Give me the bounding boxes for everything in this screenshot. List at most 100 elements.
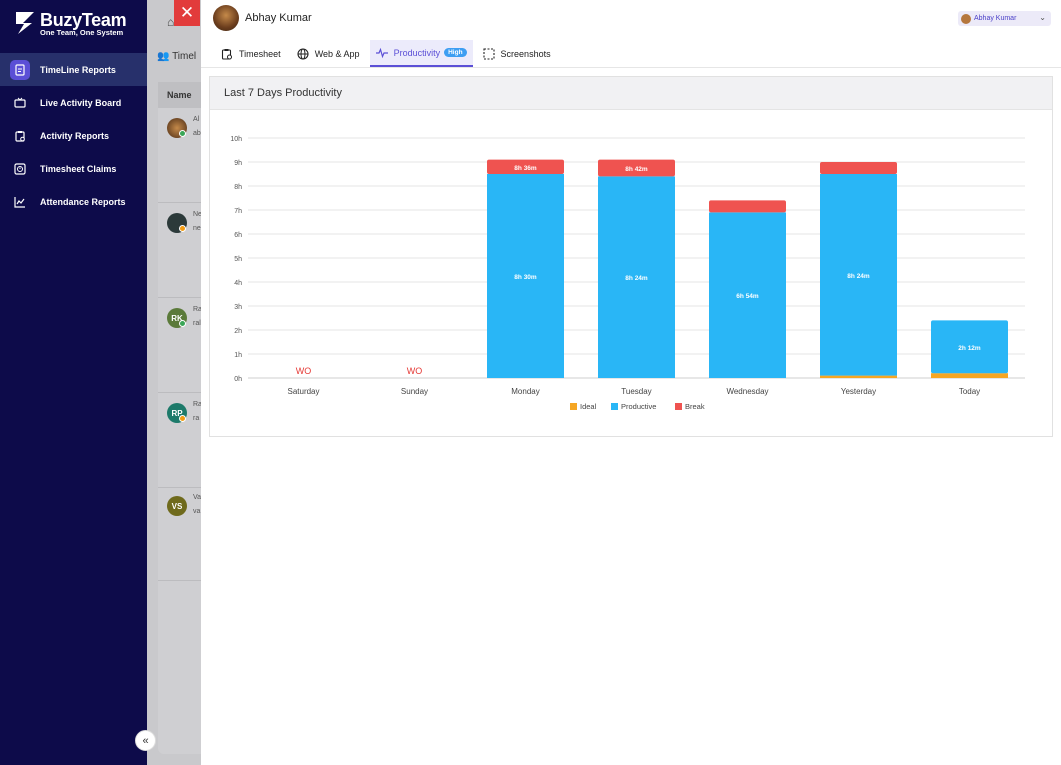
card-title: Last 7 Days Productivity — [210, 77, 1052, 110]
brand-tagline: One Team, One System — [40, 28, 124, 37]
legend-swatch — [570, 403, 577, 410]
y-tick-label: 1h — [234, 352, 242, 359]
productivity-chart: 0h 1h 2h 3h 4h 5h 6h 7h 8h 9h 10h Saturday Sunday Mon… — [230, 136, 1025, 411]
y-tick-label: 9h — [234, 160, 242, 167]
row-name: Al — [193, 116, 200, 123]
brand-logo[interactable]: BuzyTeam One Team, One System — [14, 10, 138, 40]
sidebar-collapse-button[interactable]: « — [135, 730, 156, 751]
row-sub: ra — [193, 415, 200, 422]
y-tick-label: 3h — [234, 304, 242, 311]
y-tick-label: 0h — [234, 376, 242, 383]
data-label: 2h 12m — [958, 345, 981, 352]
sidebar-nav: TimeLine Reports Live Activity Board Act… — [0, 53, 147, 218]
clipboard-icon — [10, 126, 30, 146]
bar-break — [820, 162, 897, 174]
productivity-drawer: Abhay Kumar Abhay Kumar ⌄ Timesheet Web … — [201, 0, 1061, 765]
drawer-header: Abhay Kumar Abhay Kumar ⌄ — [201, 0, 1061, 40]
y-tick-label: 7h — [234, 208, 242, 215]
data-label: 8h 24m — [625, 275, 648, 282]
sidebar-item-live-activity-board[interactable]: Live Activity Board — [0, 86, 147, 119]
sidebar: BuzyTeam One Team, One System TimeLine R… — [0, 0, 147, 765]
tab-label: Productivity — [393, 47, 441, 58]
bar-ideal — [820, 375, 897, 378]
data-label: 8h 42m — [625, 166, 648, 173]
bar-break — [709, 200, 786, 213]
y-tick-label: 4h — [234, 280, 242, 287]
logo-mark-icon — [16, 12, 34, 34]
user-select-value: Abhay Kumar — [974, 15, 1017, 22]
tab-timesheet[interactable]: Timesheet — [215, 40, 287, 67]
tabs-divider — [201, 67, 1061, 68]
x-tick-label: Saturday — [287, 387, 319, 396]
sidebar-item-label: Activity Reports — [40, 130, 110, 141]
y-tick-label: 8h — [234, 184, 242, 191]
clock-doc-icon — [10, 159, 30, 179]
bar-ideal — [931, 373, 1008, 378]
y-tick-label: 10h — [230, 136, 242, 143]
x-tick-label: Today — [959, 387, 980, 396]
globe-icon — [297, 47, 309, 60]
weekly-off-label: WO — [407, 366, 423, 376]
users-icon: 👥 — [157, 51, 170, 62]
trend-chart-icon — [10, 192, 30, 212]
user-select-avatar — [961, 13, 971, 24]
sidebar-item-label: TimeLine Reports — [40, 64, 116, 75]
sidebar-item-label: Timesheet Claims — [40, 163, 117, 174]
close-drawer-button[interactable]: ✕ — [174, 0, 200, 26]
tab-screenshots[interactable]: Screenshots — [477, 40, 557, 67]
status-dot — [179, 415, 186, 422]
y-tick-label: 2h — [234, 328, 242, 335]
legend-swatch — [675, 403, 682, 410]
data-label: 8h 36m — [514, 165, 537, 172]
sidebar-item-label: Live Activity Board — [40, 97, 122, 108]
productivity-card: Last 7 Days Productivity 0h 1h 2h 3h 4h 5h 6h 7… — [209, 76, 1053, 437]
row-sub: ab — [193, 130, 201, 137]
legend-label: Break — [685, 402, 705, 411]
row-sub: va — [193, 508, 201, 515]
sidebar-item-timesheet-claims[interactable]: Timesheet Claims — [0, 152, 147, 185]
status-dot — [179, 130, 186, 137]
brand-name: BuzyTeam — [40, 10, 127, 30]
productivity-badge: High — [444, 48, 467, 57]
data-label: 8h 24m — [847, 273, 870, 280]
legend-label: Productive — [621, 402, 656, 411]
data-label: 6h 54m — [736, 293, 759, 300]
tab-label: Screenshots — [500, 48, 551, 59]
clipboard-clock-icon — [221, 48, 232, 60]
x-tick-label: Sunday — [401, 387, 428, 396]
sidebar-item-timeline-reports[interactable]: TimeLine Reports — [0, 53, 147, 86]
tab-label: Timesheet — [239, 48, 281, 59]
weekly-off-label: WO — [296, 366, 312, 376]
background-tab-label: Timel — [172, 51, 197, 62]
user-select-dropdown[interactable]: Abhay Kumar ⌄ — [958, 11, 1051, 26]
sidebar-item-activity-reports[interactable]: Activity Reports — [0, 119, 147, 152]
chevron-down-icon: ⌄ — [1039, 13, 1046, 22]
x-tick-label: Monday — [511, 387, 539, 396]
drawer-tabs: Timesheet Web & App Productivity High Sc… — [215, 40, 561, 67]
avatar: VS — [167, 496, 187, 516]
pulse-icon — [375, 47, 388, 58]
x-tick-label: Wednesday — [726, 387, 768, 396]
background-tab: 👥 Timel — [157, 51, 196, 62]
sidebar-item-label: Attendance Reports — [40, 196, 126, 207]
user-name: Abhay Kumar — [245, 12, 312, 24]
screenshot-icon — [482, 47, 495, 60]
y-tick-label: 6h — [234, 232, 242, 239]
tab-productivity[interactable]: Productivity High — [369, 40, 473, 67]
report-doc-icon — [10, 59, 30, 80]
status-dot — [179, 320, 186, 327]
sidebar-item-attendance-reports[interactable]: Attendance Reports — [0, 185, 147, 218]
y-tick-label: 5h — [234, 256, 242, 263]
tab-label: Web & App — [314, 48, 360, 59]
legend-swatch — [611, 403, 618, 410]
legend-label: Ideal — [580, 402, 597, 411]
row-name: Va — [193, 494, 202, 501]
user-avatar — [213, 5, 239, 31]
status-dot — [179, 225, 186, 232]
row-sub: ne — [193, 225, 201, 232]
x-tick-label: Yesterday — [841, 387, 876, 396]
x-tick-label: Tuesday — [621, 387, 651, 396]
tv-icon — [10, 93, 30, 113]
data-label: 8h 30m — [514, 274, 537, 281]
tab-web-app[interactable]: Web & App — [291, 40, 366, 67]
